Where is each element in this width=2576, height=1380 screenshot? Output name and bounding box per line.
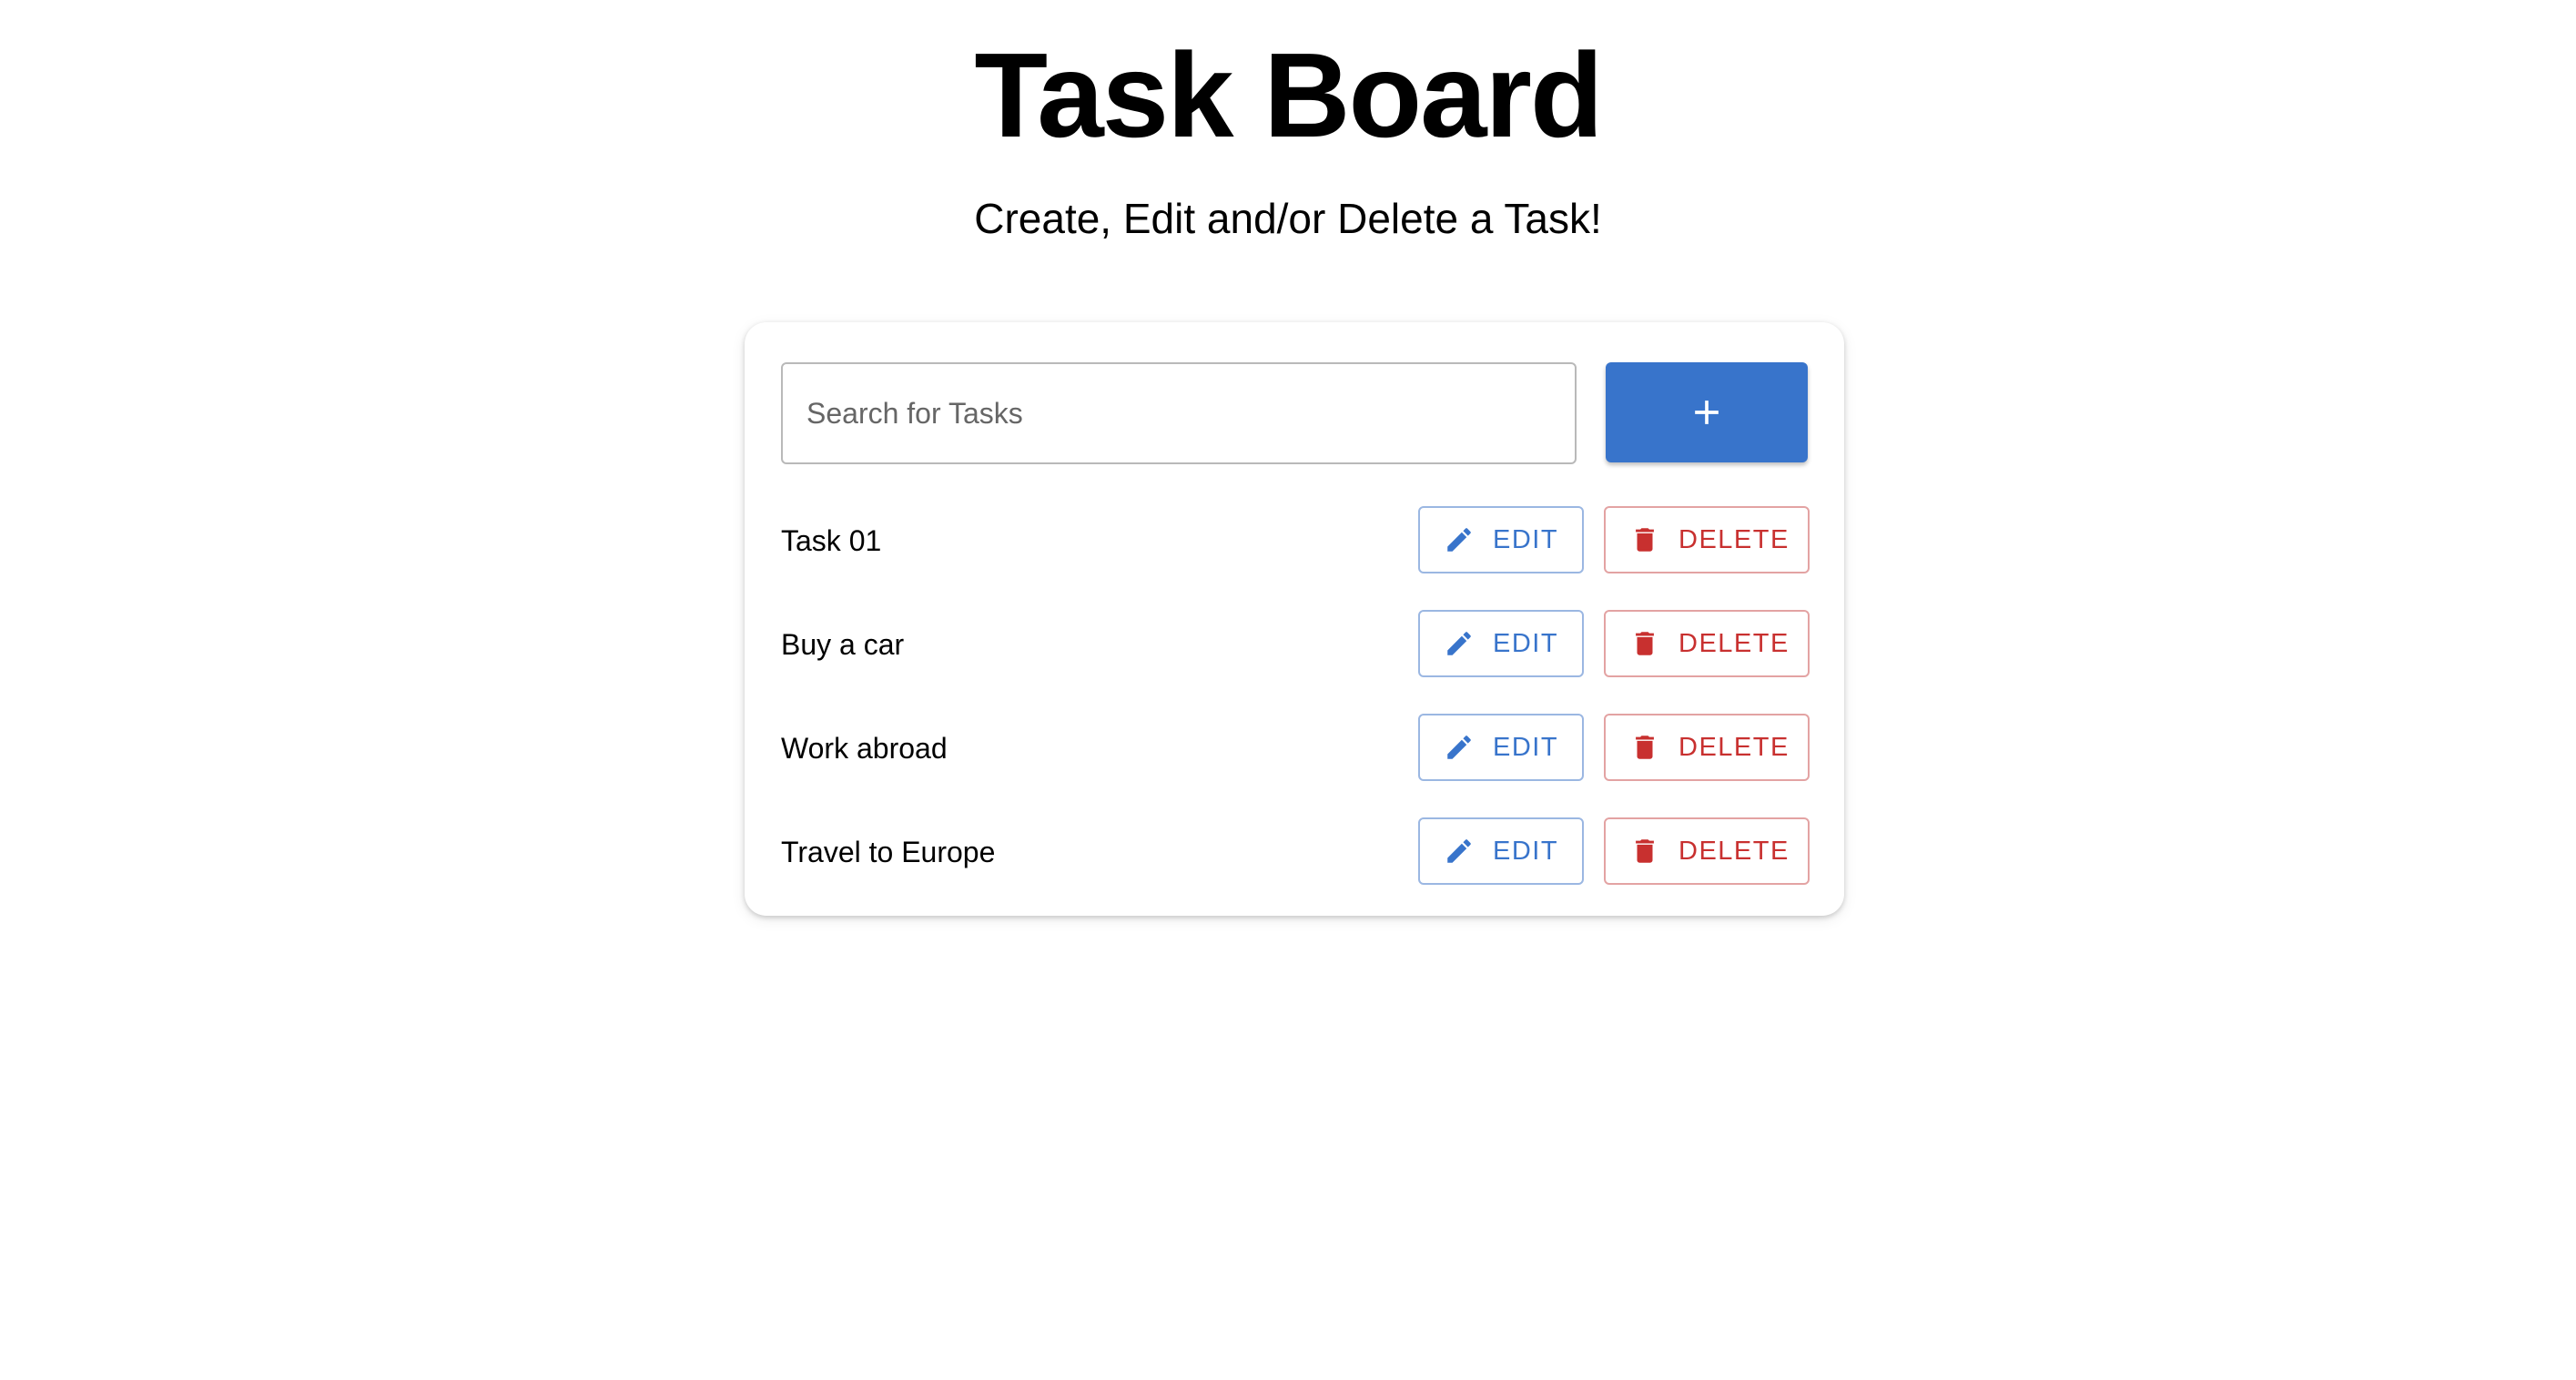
- delete-button[interactable]: DELETE: [1604, 714, 1810, 781]
- delete-label: DELETE: [1678, 524, 1790, 554]
- task-row: Travel to Europe EDIT DELETE: [781, 817, 1810, 887]
- task-name: Task 01: [781, 524, 882, 557]
- delete-button[interactable]: DELETE: [1604, 610, 1810, 677]
- delete-label: DELETE: [1678, 836, 1790, 866]
- pencil-icon: [1444, 732, 1475, 763]
- task-row: Buy a car EDIT DELETE: [781, 610, 1810, 679]
- task-name: Buy a car: [781, 628, 905, 661]
- task-name: Work abroad: [781, 732, 948, 765]
- task-card: Task 01 EDIT DELETE Buy a car EDIT: [745, 322, 1844, 916]
- edit-button[interactable]: EDIT: [1418, 817, 1584, 885]
- edit-label: EDIT: [1493, 628, 1559, 658]
- trash-icon: [1629, 732, 1660, 763]
- delete-button[interactable]: DELETE: [1604, 817, 1810, 885]
- delete-button[interactable]: DELETE: [1604, 506, 1810, 573]
- trash-icon: [1629, 628, 1660, 659]
- search-input[interactable]: [781, 362, 1577, 464]
- edit-label: EDIT: [1493, 836, 1559, 866]
- delete-label: DELETE: [1678, 732, 1790, 762]
- page-title: Task Board: [974, 28, 1603, 162]
- pencil-icon: [1444, 628, 1475, 659]
- task-row: Task 01 EDIT DELETE: [781, 506, 1810, 575]
- pencil-icon: [1444, 524, 1475, 555]
- edit-label: EDIT: [1493, 732, 1559, 762]
- trash-icon: [1629, 524, 1660, 555]
- edit-label: EDIT: [1493, 524, 1559, 554]
- delete-label: DELETE: [1678, 628, 1790, 658]
- edit-button[interactable]: EDIT: [1418, 610, 1584, 677]
- page-subtitle: Create, Edit and/or Delete a Task!: [974, 195, 1602, 242]
- pencil-icon: [1444, 836, 1475, 867]
- task-row: Work abroad EDIT DELETE: [781, 714, 1810, 783]
- plus-icon: [1687, 392, 1727, 432]
- task-board-page: Task Board Create, Edit and/or Delete a …: [0, 0, 2576, 1380]
- add-task-button[interactable]: [1606, 362, 1808, 462]
- task-name: Travel to Europe: [781, 836, 996, 868]
- edit-button[interactable]: EDIT: [1418, 714, 1584, 781]
- trash-icon: [1629, 836, 1660, 867]
- edit-button[interactable]: EDIT: [1418, 506, 1584, 573]
